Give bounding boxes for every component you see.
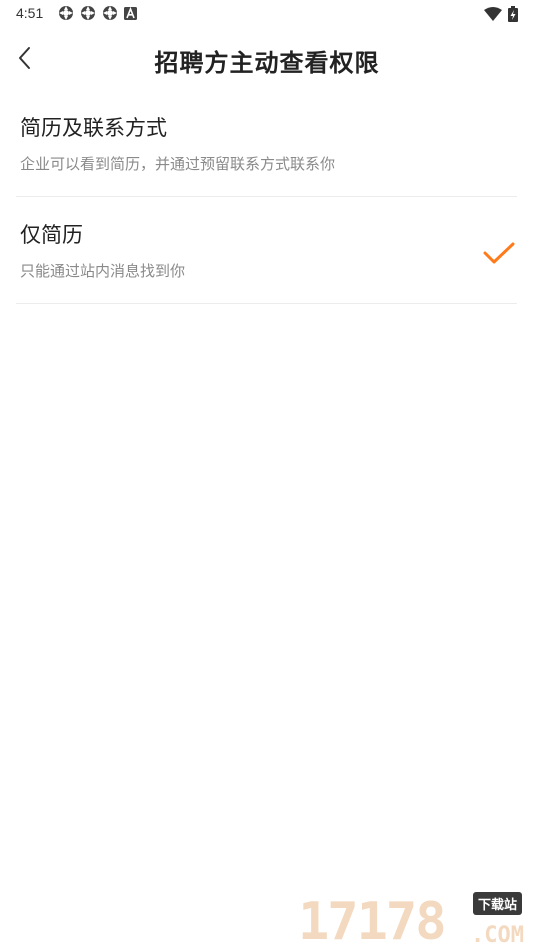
status-bar: 4:51 <box>0 0 534 28</box>
sync-icon <box>59 6 73 20</box>
app-bar: 招聘方主动查看权限 <box>0 34 534 84</box>
option-description: 企业可以看到简历，并通过预留联系方式联系你 <box>20 155 336 173</box>
battery-charging-icon <box>508 6 518 22</box>
watermark-badge: 下载站 <box>472 892 522 915</box>
checkmark-icon <box>483 242 515 264</box>
status-notification-icons <box>58 5 137 21</box>
sync-icon <box>81 6 95 20</box>
sync-icon <box>103 6 117 20</box>
page-title: 招聘方主动查看权限 <box>154 49 380 77</box>
option-title: 仅简历 <box>20 223 83 247</box>
option-resume-only[interactable]: 仅简历 只能通过站内消息找到你 <box>16 197 517 304</box>
option-title: 简历及联系方式 <box>20 116 167 140</box>
status-system-icons <box>484 6 518 22</box>
permission-options-list: 简历及联系方式 企业可以看到简历，并通过预留联系方式联系你 仅简历 只能通过站内… <box>16 90 517 304</box>
option-resume-and-contact[interactable]: 简历及联系方式 企业可以看到简历，并通过预留联系方式联系你 <box>16 90 517 197</box>
watermark-digits: 17178 <box>298 892 447 950</box>
option-description: 只能通过站内消息找到你 <box>20 262 186 280</box>
watermark-suffix: .COM <box>471 923 524 948</box>
status-time: 4:51 <box>16 5 44 21</box>
wifi-icon <box>484 7 502 21</box>
a-icon <box>124 6 137 20</box>
watermark-logo: 17178 下载站 .COM <box>298 888 528 950</box>
